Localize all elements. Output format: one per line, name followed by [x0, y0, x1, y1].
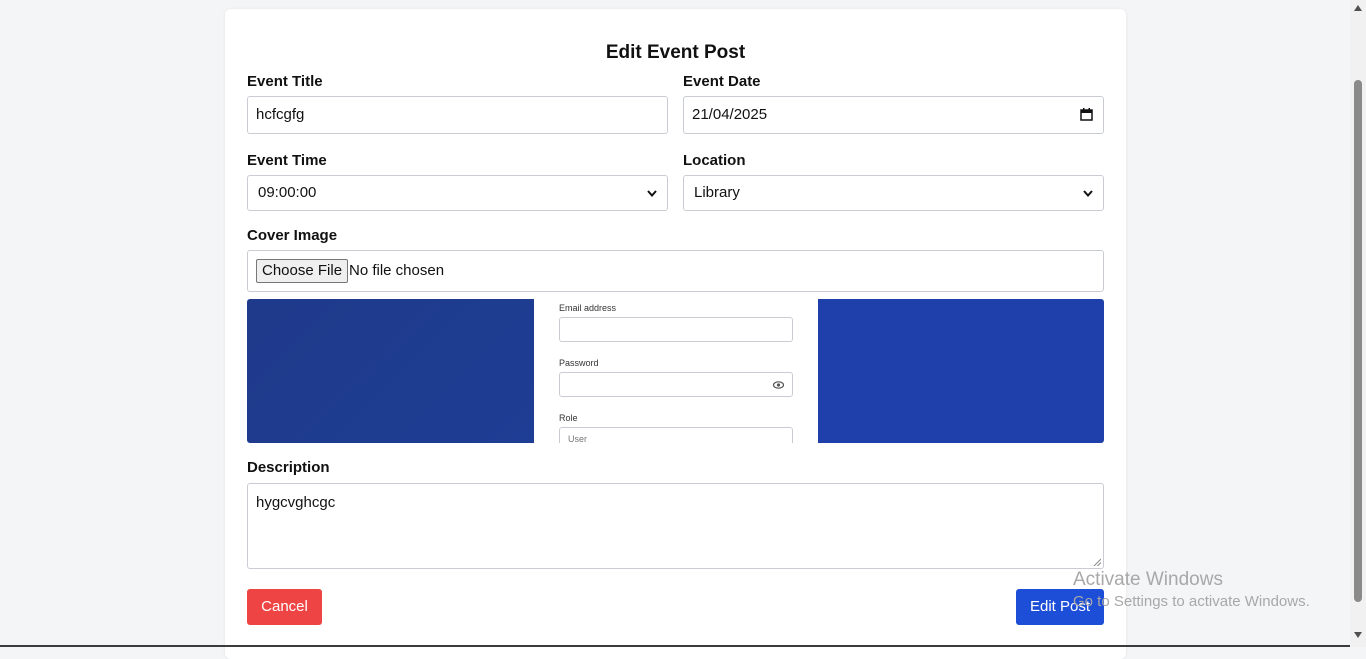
- preview-role-label: Role: [559, 413, 578, 423]
- file-status: No file chosen: [349, 262, 445, 279]
- description-label: Description: [247, 459, 330, 476]
- location-value: Library: [694, 184, 740, 201]
- edit-post-button[interactable]: Edit Post: [1016, 589, 1104, 625]
- cover-image-file-input[interactable]: Choose File No file chosen: [247, 250, 1104, 292]
- preview-left-panel: [247, 299, 534, 443]
- preview-role-field: User: [559, 427, 793, 443]
- page-scrollbar[interactable]: [1350, 0, 1366, 647]
- scroll-up-icon[interactable]: [1354, 5, 1362, 11]
- location-select[interactable]: Library: [683, 175, 1104, 211]
- event-date-value: 21/04/2025: [692, 106, 768, 123]
- chevron-down-icon: [1083, 190, 1093, 198]
- event-time-label: Event Time: [247, 152, 327, 169]
- cover-image-label: Cover Image: [247, 227, 338, 244]
- event-title-value: hcfcgfg: [256, 106, 305, 123]
- event-date-input[interactable]: 21/04/2025: [683, 96, 1104, 134]
- preview-email-field: [559, 317, 793, 342]
- event-date-label: Event Date: [683, 73, 761, 90]
- preview-email-label: Email address: [559, 303, 617, 313]
- event-time-select[interactable]: 09:00:00: [247, 175, 668, 211]
- preview-password-field: [559, 372, 793, 397]
- page-title: Edit Event Post: [605, 42, 746, 63]
- choose-file-button[interactable]: Choose File: [256, 259, 349, 283]
- edit-event-card: Edit Event Post Event Title hcfcgfg Even…: [225, 9, 1126, 659]
- preview-role-value: User: [568, 434, 588, 443]
- event-title-input[interactable]: hcfcgfg: [247, 96, 668, 134]
- description-textarea[interactable]: hygcvghcgc: [247, 483, 1104, 569]
- preview-password-label: Password: [559, 358, 599, 368]
- chevron-down-icon: [647, 190, 657, 198]
- scrollbar-thumb[interactable]: [1354, 80, 1362, 602]
- scroll-down-icon[interactable]: [1354, 632, 1362, 638]
- cover-image-preview: Email address Password Role User: [247, 299, 1104, 443]
- event-title-label: Event Title: [247, 73, 323, 90]
- cancel-button[interactable]: Cancel: [247, 589, 322, 625]
- description-value: hygcvghcgc: [256, 494, 336, 511]
- eye-icon: [773, 381, 784, 389]
- event-time-value: 09:00:00: [258, 184, 317, 201]
- calendar-icon[interactable]: [1080, 108, 1093, 121]
- location-label: Location: [683, 152, 746, 169]
- resize-handle-icon[interactable]: [1093, 558, 1101, 566]
- preview-right-panel: [818, 299, 1104, 443]
